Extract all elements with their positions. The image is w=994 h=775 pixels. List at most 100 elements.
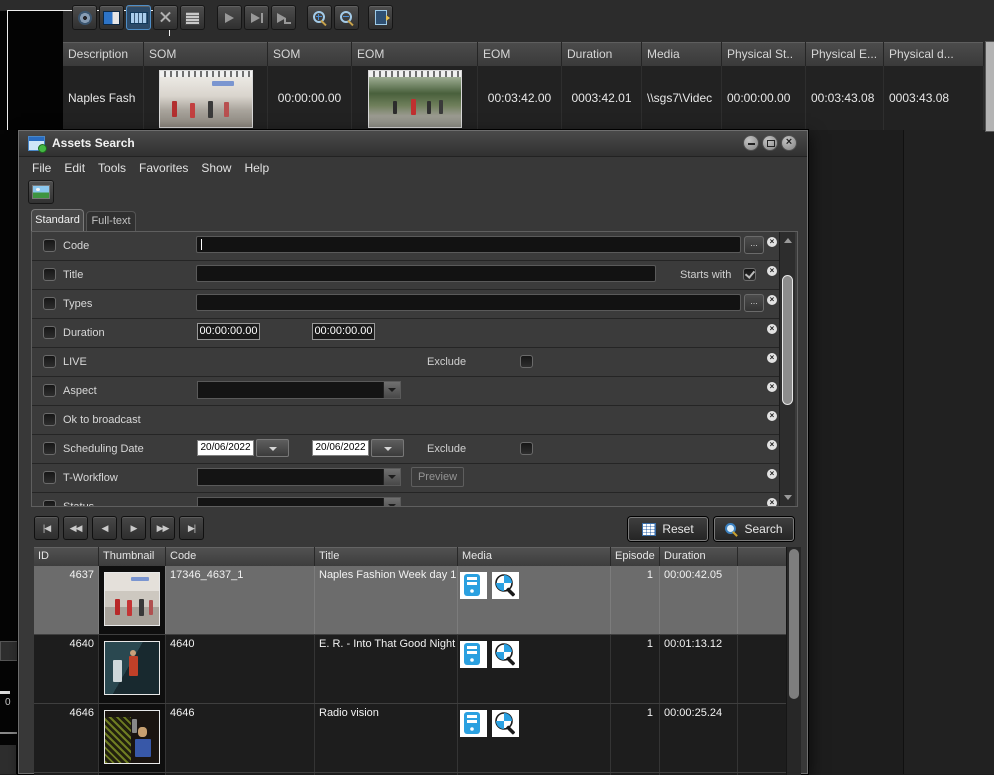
- scroll-down-icon[interactable]: [784, 495, 792, 500]
- duration-checkbox[interactable]: [43, 326, 56, 339]
- code-input[interactable]: [196, 236, 741, 253]
- nav-last-button[interactable]: ▶|: [179, 516, 204, 540]
- live-clear-icon[interactable]: ×: [766, 352, 778, 364]
- types-clear-icon[interactable]: ×: [766, 294, 778, 306]
- col-physical-start[interactable]: Physical St..: [722, 42, 806, 66]
- scheduling-clear-icon[interactable]: ×: [766, 439, 778, 451]
- live-exclude-checkbox[interactable]: [520, 355, 533, 368]
- dialog-titlebar[interactable]: Assets Search ×: [19, 131, 807, 157]
- play-icon[interactable]: [217, 5, 242, 30]
- title-input[interactable]: [196, 265, 656, 282]
- media-library-icon[interactable]: [72, 5, 97, 30]
- col-episode[interactable]: Episode: [611, 547, 660, 566]
- status-dropdown[interactable]: [197, 497, 401, 507]
- code-browse-button[interactable]: ...: [744, 236, 764, 254]
- exit-icon[interactable]: [368, 5, 393, 30]
- scroll-up-icon[interactable]: [784, 238, 792, 243]
- title-checkbox[interactable]: [43, 268, 56, 281]
- menu-file[interactable]: File: [32, 161, 51, 175]
- scheduling-to-dropdown[interactable]: [371, 439, 404, 457]
- cut-icon[interactable]: [153, 5, 178, 30]
- chevron-down-icon[interactable]: [383, 498, 400, 507]
- code-clear-icon[interactable]: ×: [766, 236, 778, 248]
- workflow-dropdown[interactable]: [197, 468, 401, 486]
- types-input[interactable]: [196, 294, 741, 311]
- filmstrip-icon[interactable]: [126, 5, 151, 30]
- menu-show[interactable]: Show: [201, 161, 231, 175]
- status-checkbox[interactable]: [43, 500, 56, 507]
- menu-favorites[interactable]: Favorites: [139, 161, 188, 175]
- title-clear-icon[interactable]: ×: [766, 265, 778, 277]
- workflow-checkbox[interactable]: [43, 471, 56, 484]
- film-clip-icon[interactable]: [99, 5, 124, 30]
- zoom-out-icon[interactable]: [334, 5, 359, 30]
- form-scrollbar[interactable]: [779, 232, 795, 506]
- code-checkbox[interactable]: [43, 239, 56, 252]
- menu-help[interactable]: Help: [244, 161, 269, 175]
- close-button[interactable]: ×: [781, 135, 797, 151]
- tab-fulltext[interactable]: Full-text: [86, 211, 136, 231]
- scheduling-to-input[interactable]: 20/06/2022: [312, 440, 369, 456]
- aspect-dropdown[interactable]: [197, 381, 401, 399]
- live-checkbox[interactable]: [43, 355, 56, 368]
- types-checkbox[interactable]: [43, 297, 56, 310]
- nav-first-button[interactable]: |◀: [34, 516, 59, 540]
- nav-fast-forward-button[interactable]: ▶▶: [150, 516, 175, 540]
- results-scrollbar[interactable]: [786, 547, 801, 775]
- col-physical-duration[interactable]: Physical d...: [884, 42, 984, 66]
- tab-standard[interactable]: Standard: [31, 209, 84, 231]
- menu-tools[interactable]: Tools: [98, 161, 126, 175]
- play-next-icon[interactable]: [244, 5, 269, 30]
- results-scrollbar-thumb[interactable]: [789, 549, 799, 699]
- col-media[interactable]: Media: [642, 42, 722, 66]
- chevron-down-icon[interactable]: [383, 382, 400, 398]
- top-table-scrollbar[interactable]: [985, 41, 994, 132]
- starts-with-checkbox[interactable]: [743, 268, 756, 281]
- ok-broadcast-clear-icon[interactable]: ×: [766, 410, 778, 422]
- scheduling-exclude-checkbox[interactable]: [520, 442, 533, 455]
- picture-view-button[interactable]: [28, 180, 54, 204]
- col-duration[interactable]: Duration: [562, 42, 642, 66]
- play-return-icon[interactable]: [271, 5, 296, 30]
- duration-to-input[interactable]: 00:00:00.00: [312, 323, 375, 340]
- result-row-4646[interactable]: 4646 4646 Radio vision 1 00:00:25.24: [34, 704, 801, 773]
- col-thumbnail[interactable]: Thumbnail: [99, 547, 166, 566]
- maximize-button[interactable]: [762, 135, 778, 151]
- scheduling-from-input[interactable]: 20/06/2022: [197, 440, 254, 456]
- scheduling-checkbox[interactable]: [43, 442, 56, 455]
- col-som-thumb[interactable]: SOM: [144, 42, 268, 66]
- col-code[interactable]: Code: [166, 547, 315, 566]
- result-row-4637[interactable]: 4637 17346_4637_1 Naples Fashion Week da…: [34, 566, 801, 635]
- preview-button[interactable]: Preview: [411, 467, 464, 487]
- scheduling-from-dropdown[interactable]: [256, 439, 289, 457]
- col-id[interactable]: ID: [34, 547, 99, 566]
- document-icon[interactable]: [180, 5, 205, 30]
- col-duration[interactable]: Duration: [660, 547, 738, 566]
- minimize-button[interactable]: [743, 135, 759, 151]
- types-browse-button[interactable]: ...: [744, 294, 764, 312]
- duration-from-input[interactable]: 00:00:00.00: [197, 323, 260, 340]
- menu-edit[interactable]: Edit: [64, 161, 85, 175]
- playlist-row[interactable]: Naples Fash 00:00:00.00 00:03:42.00 0003…: [63, 66, 984, 130]
- nav-next-button[interactable]: ▶: [121, 516, 146, 540]
- search-button[interactable]: Search: [714, 517, 794, 541]
- col-som[interactable]: SOM: [268, 42, 352, 66]
- col-title[interactable]: Title: [315, 547, 458, 566]
- ok-broadcast-checkbox[interactable]: [43, 413, 56, 426]
- aspect-clear-icon[interactable]: ×: [766, 381, 778, 393]
- col-eom-thumb[interactable]: EOM: [352, 42, 478, 66]
- zoom-in-icon[interactable]: [307, 5, 332, 30]
- col-eom[interactable]: EOM: [478, 42, 562, 66]
- workflow-clear-icon[interactable]: ×: [766, 468, 778, 480]
- nav-fast-back-button[interactable]: ◀◀: [63, 516, 88, 540]
- aspect-checkbox[interactable]: [43, 384, 56, 397]
- status-clear-icon[interactable]: ×: [766, 497, 778, 507]
- col-description[interactable]: Description: [63, 42, 144, 66]
- duration-clear-icon[interactable]: ×: [766, 323, 778, 335]
- col-physical-end[interactable]: Physical E...: [806, 42, 884, 66]
- nav-previous-button[interactable]: ◀: [92, 516, 117, 540]
- scrollbar-thumb[interactable]: [782, 275, 793, 405]
- result-row-4640[interactable]: 4640 4640 E. R. - Into That Good Night 1…: [34, 635, 801, 704]
- reset-button[interactable]: Reset: [628, 517, 708, 541]
- chevron-down-icon[interactable]: [383, 469, 400, 485]
